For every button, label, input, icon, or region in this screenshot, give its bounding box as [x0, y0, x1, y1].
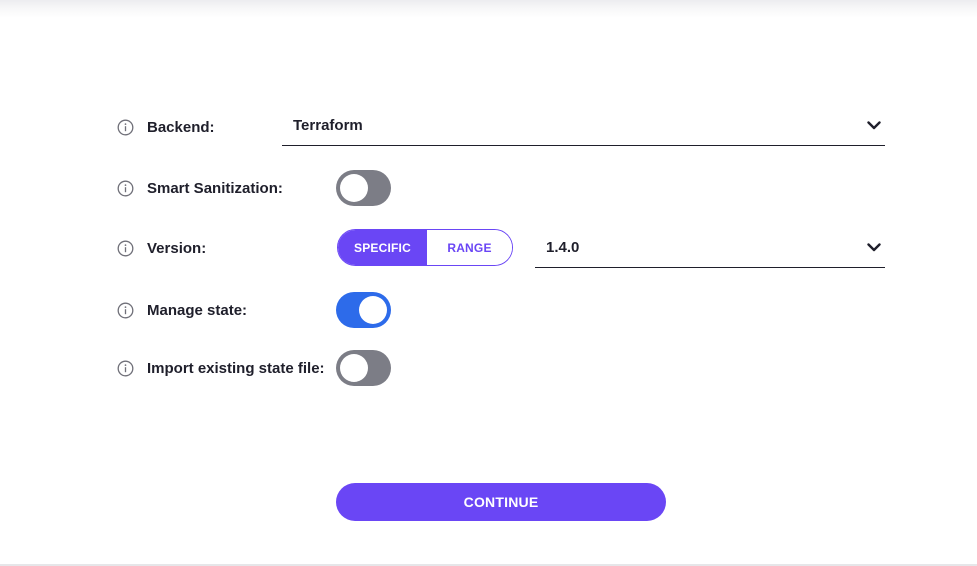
info-icon[interactable] [117, 240, 134, 257]
import-state-row: Import existing state file: [117, 348, 325, 388]
version-mode-range-button[interactable]: RANGE [427, 230, 512, 265]
import-state-toggle[interactable] [336, 350, 391, 386]
top-shadow [0, 0, 977, 18]
import-state-label: Import existing state file: [147, 359, 325, 377]
version-label: Version: [147, 239, 207, 257]
toggle-knob [340, 174, 368, 202]
chevron-down-icon [867, 243, 881, 252]
info-icon[interactable] [117, 302, 134, 319]
toggle-knob [359, 296, 387, 324]
version-mode-switch: SPECIFIC RANGE [337, 229, 513, 266]
smart-sanitization-toggle[interactable] [336, 170, 391, 206]
info-icon[interactable] [117, 119, 134, 136]
backend-select[interactable]: Terraform [282, 106, 885, 146]
smart-sanitization-row: Smart Sanitization: [117, 168, 283, 208]
smart-sanitization-label: Smart Sanitization: [147, 179, 283, 197]
version-row: Version: [117, 228, 206, 268]
info-icon[interactable] [117, 360, 134, 377]
page: Backend: Terraform Smart Sanitization: V… [0, 0, 977, 566]
manage-state-label: Manage state: [147, 301, 248, 319]
manage-state-toggle[interactable] [336, 292, 391, 328]
version-select-value: 1.4.0 [546, 239, 580, 256]
version-mode-specific-button[interactable]: SPECIFIC [338, 230, 427, 265]
backend-row: Backend: [117, 107, 215, 147]
info-icon[interactable] [117, 180, 134, 197]
chevron-down-icon [867, 121, 881, 130]
backend-select-value: Terraform [293, 117, 363, 134]
continue-button[interactable]: CONTINUE [336, 483, 666, 521]
version-select[interactable]: 1.4.0 [535, 228, 885, 268]
backend-label: Backend: [147, 118, 215, 136]
manage-state-row: Manage state: [117, 290, 247, 330]
toggle-knob [340, 354, 368, 382]
